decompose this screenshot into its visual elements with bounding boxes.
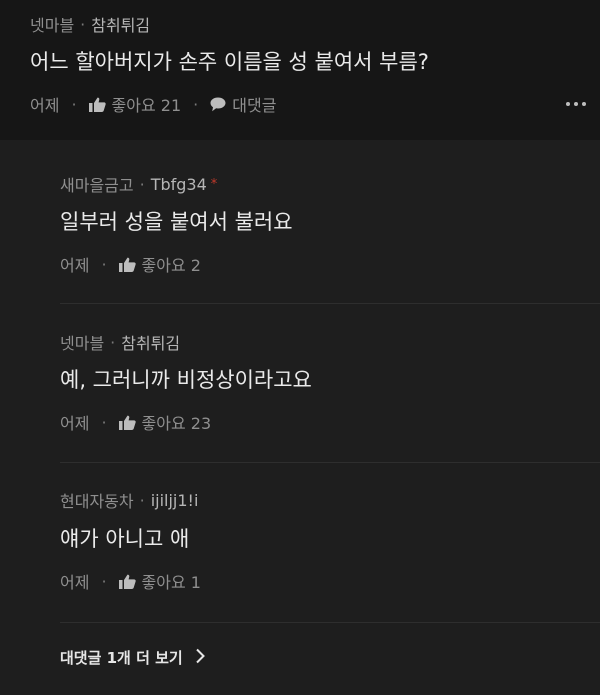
- author-group: 넷마블: [30, 16, 75, 35]
- reply-button[interactable]: 대댓글: [210, 92, 276, 116]
- meta-separator: ·: [80, 14, 86, 34]
- reply-actions: 어제 · 좋아요 23: [60, 410, 211, 434]
- like-button[interactable]: 좋아요 2: [118, 252, 201, 276]
- reply-author: 새마을금고 · Tbfg34 *: [60, 172, 217, 196]
- reply-text: 얘가 아니고 애: [60, 527, 190, 551]
- action-separator: ·: [193, 94, 199, 114]
- view-more-label: 대댓글 1개 더 보기: [60, 649, 183, 667]
- meta-separator: ·: [139, 174, 145, 194]
- reply-author: 현대자동차 · ijiljj1!i: [60, 488, 198, 512]
- like-button[interactable]: 좋아요 23: [118, 410, 212, 434]
- reply-time: 어제: [60, 256, 90, 275]
- meta-separator: ·: [110, 332, 116, 352]
- chevron-right-icon: [195, 648, 205, 668]
- author-nickname[interactable]: ijiljj1!i: [151, 491, 199, 510]
- reply-actions: 어제 · 좋아요 1: [60, 569, 201, 593]
- divider: [60, 303, 600, 304]
- speech-bubble-icon: [210, 97, 226, 112]
- author-nickname[interactable]: 참취튀김: [121, 330, 180, 354]
- reply-actions: 어제 · 좋아요 2: [60, 252, 201, 276]
- action-separator: ·: [101, 254, 107, 274]
- reply-author: 넷마블 · 참취튀김: [60, 330, 180, 354]
- like-button[interactable]: 좋아요 1: [118, 569, 201, 593]
- author-nickname[interactable]: Tbfg34: [151, 175, 207, 194]
- thumbs-up-icon: [118, 415, 136, 430]
- divider: [60, 622, 600, 623]
- like-count: 좋아요 2: [141, 256, 201, 275]
- divider: [60, 462, 600, 463]
- like-button[interactable]: 좋아요 21: [88, 92, 182, 116]
- author-group: 현대자동차: [60, 492, 134, 511]
- like-count: 좋아요 1: [141, 573, 201, 592]
- like-count: 좋아요 21: [111, 96, 182, 115]
- meta-separator: ·: [139, 490, 145, 510]
- author-group: 새마을금고: [60, 176, 134, 195]
- comment-author: 넷마블 · 참취튀김: [30, 12, 150, 36]
- more-options-button[interactable]: [566, 102, 586, 106]
- more-horizontal-icon: [566, 102, 570, 106]
- action-separator: ·: [101, 412, 107, 432]
- action-separator: ·: [101, 571, 107, 591]
- comment-text: 어느 할아버지가 손주 이름을 성 붙여서 부름?: [30, 50, 429, 74]
- reply-text: 일부러 성을 붙여서 불러요: [60, 210, 293, 234]
- thumbs-up-icon: [118, 574, 136, 589]
- thumbs-up-icon: [88, 97, 106, 112]
- author-group: 넷마블: [60, 334, 105, 353]
- action-separator: ·: [71, 94, 77, 114]
- comment-thread: 넷마블 · 참취튀김 어느 할아버지가 손주 이름을 성 붙여서 부름? 어제 …: [0, 0, 600, 695]
- author-badge: *: [210, 176, 218, 192]
- like-count: 좋아요 23: [141, 414, 212, 433]
- reply-list: 새마을금고 · Tbfg34 * 일부러 성을 붙여서 불러요 어제 · 좋아요…: [0, 140, 600, 695]
- author-nickname[interactable]: 참취튀김: [91, 12, 150, 36]
- comment-time: 어제: [30, 96, 60, 115]
- thumbs-up-icon: [118, 257, 136, 272]
- reply-time: 어제: [60, 414, 90, 433]
- comment-actions: 어제 · 좋아요 21 · 대댓글: [30, 92, 276, 116]
- main-comment: 넷마블 · 참취튀김 어느 할아버지가 손주 이름을 성 붙여서 부름? 어제 …: [0, 0, 600, 140]
- reply-text: 예, 그러니까 비정상이라고요: [60, 368, 312, 392]
- reply-time: 어제: [60, 573, 90, 592]
- view-more-replies-button[interactable]: 대댓글 1개 더 보기: [60, 647, 205, 668]
- reply-label: 대댓글: [232, 96, 277, 115]
